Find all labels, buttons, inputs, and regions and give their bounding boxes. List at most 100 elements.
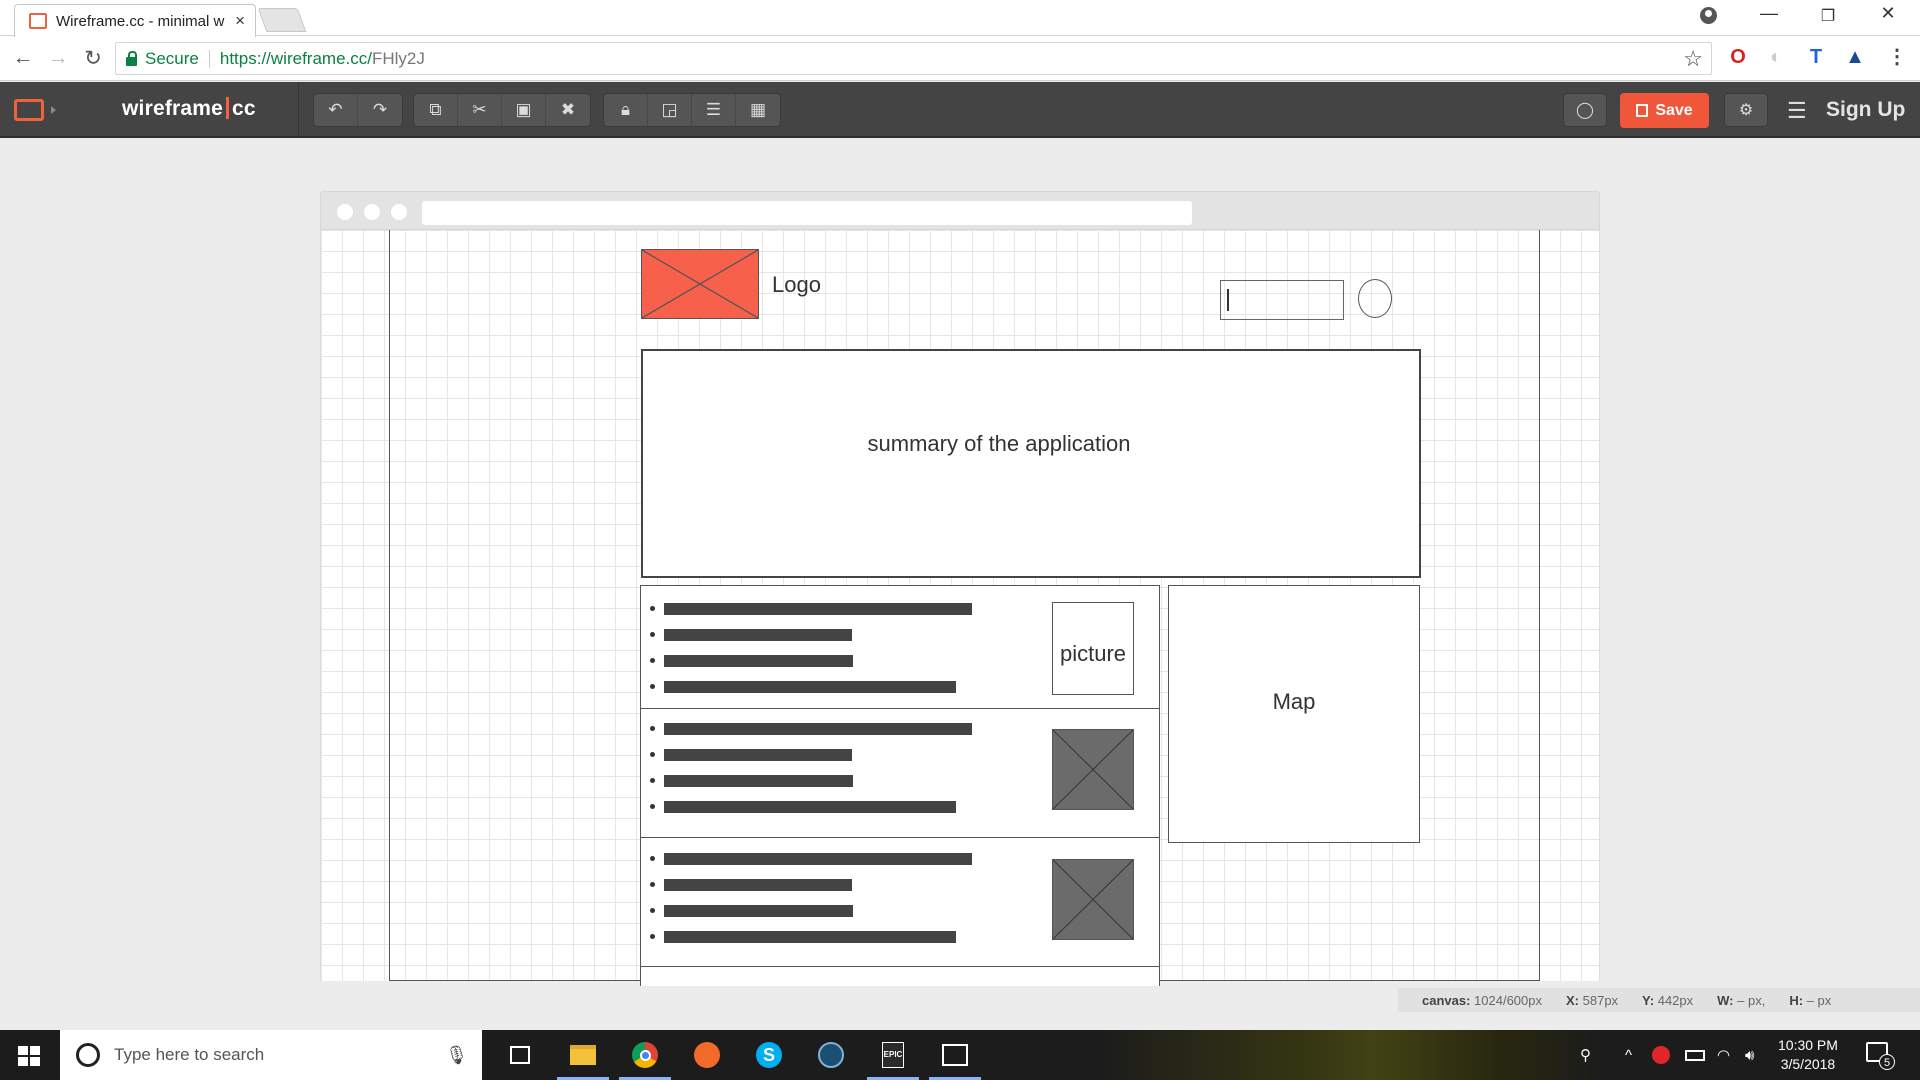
file-explorer-icon[interactable] bbox=[553, 1030, 613, 1080]
wifi-icon[interactable]: ◠ bbox=[1717, 1030, 1730, 1080]
text-line bbox=[650, 853, 972, 865]
extension-icon[interactable]: ◐ bbox=[1765, 46, 1787, 68]
image-placeholder[interactable] bbox=[1052, 729, 1134, 810]
taskbar-wallpaper bbox=[1100, 1030, 1600, 1080]
map-placeholder[interactable]: Map bbox=[1168, 585, 1420, 843]
minimize-button[interactable]: — bbox=[1749, 3, 1789, 24]
copy-icon[interactable]: ⧉ bbox=[414, 94, 458, 126]
paste-icon[interactable]: ▣ bbox=[502, 94, 546, 126]
canvas-size-readout: canvas: 1024/600px bbox=[1422, 993, 1542, 1008]
frame-dot bbox=[391, 204, 407, 220]
search-input-placeholder[interactable] bbox=[1220, 280, 1344, 320]
delete-icon[interactable]: ✖ bbox=[546, 94, 590, 126]
browser-tab[interactable]: Wireframe.cc - minimal w × bbox=[14, 4, 256, 37]
logo-image-placeholder[interactable] bbox=[641, 249, 759, 319]
image-placeholder[interactable] bbox=[1052, 859, 1134, 940]
show-hidden-icons[interactable]: ^ bbox=[1625, 1030, 1632, 1080]
lock-icon[interactable]: 🔒︎ bbox=[604, 94, 648, 126]
back-arrow-icon[interactable]: ← bbox=[10, 46, 36, 70]
picture-label: picture bbox=[1059, 641, 1127, 666]
wireframe-browser-frame: Logo summary of the application picture bbox=[320, 191, 1600, 986]
canvas-area[interactable]: Logo summary of the application picture bbox=[389, 230, 1540, 986]
w-key: W: bbox=[1717, 992, 1734, 1008]
canvas-grid[interactable]: Logo summary of the application picture bbox=[320, 230, 1600, 986]
reload-icon[interactable]: ↻ bbox=[80, 46, 106, 71]
text-line bbox=[650, 905, 853, 917]
undo-icon[interactable]: ↶ bbox=[314, 94, 358, 126]
search-button-placeholder[interactable] bbox=[1358, 279, 1392, 318]
y-value: 442px bbox=[1657, 992, 1694, 1008]
list-card[interactable] bbox=[640, 837, 1160, 967]
y-readout: Y: 442px bbox=[1642, 993, 1693, 1008]
chrome-menu-icon[interactable]: ⋮ bbox=[1886, 46, 1908, 68]
battery-icon[interactable] bbox=[1685, 1030, 1705, 1080]
gears-icon: ⚙ bbox=[1738, 102, 1754, 119]
skype-icon[interactable]: S bbox=[739, 1030, 799, 1080]
canvas-menu-icon bbox=[14, 99, 44, 121]
url-divider bbox=[208, 49, 210, 68]
bookmark-star-icon[interactable]: ☆ bbox=[1683, 46, 1703, 72]
comment-button[interactable]: ◯ bbox=[1563, 93, 1607, 127]
group-icon[interactable]: ▦ bbox=[736, 94, 780, 126]
image-cross-icon bbox=[641, 249, 759, 319]
list-card[interactable] bbox=[640, 966, 1160, 986]
frame-titlebar bbox=[320, 191, 1600, 230]
list-card[interactable]: picture bbox=[640, 585, 1160, 709]
arrange-icon[interactable]: ◲ bbox=[648, 94, 692, 126]
address-bar[interactable]: Secure https://wireframe.cc/FHly2J ☆ bbox=[115, 42, 1712, 75]
text-line bbox=[650, 931, 956, 943]
volume-icon[interactable]: 🔊︎ bbox=[1745, 1030, 1754, 1080]
heartbeat-tray-icon[interactable] bbox=[1652, 1030, 1670, 1080]
main-menu-button[interactable] bbox=[14, 92, 74, 128]
comment-icon: ◯ bbox=[1576, 102, 1594, 119]
text-line bbox=[650, 775, 853, 787]
sign-up-link[interactable]: Sign Up bbox=[1826, 98, 1905, 122]
h-key: H: bbox=[1789, 992, 1804, 1008]
redo-icon[interactable]: ↷ bbox=[358, 94, 402, 126]
picture-placeholder[interactable]: picture bbox=[1052, 602, 1134, 695]
translate-extension-icon[interactable]: T bbox=[1805, 46, 1827, 68]
align-icon[interactable]: ☰ bbox=[692, 94, 736, 126]
epic-games-icon[interactable]: EPIC bbox=[863, 1030, 923, 1080]
people-icon[interactable]: ⚲ bbox=[1580, 1030, 1591, 1080]
logo-label[interactable]: Logo bbox=[772, 272, 821, 298]
text-line bbox=[650, 879, 852, 891]
cortana-icon bbox=[76, 1043, 100, 1067]
account-icon[interactable] bbox=[1700, 7, 1717, 24]
pen-app-icon[interactable] bbox=[677, 1030, 737, 1080]
browser-toolbar: ← → ↻ Secure https://wireframe.cc/FHly2J… bbox=[0, 36, 1920, 81]
frame-dot bbox=[364, 204, 380, 220]
frame-address-bar bbox=[422, 201, 1192, 225]
brand-logo: wireframe cc bbox=[122, 97, 256, 121]
taskbar-search[interactable]: Type here to search 🎙︎ bbox=[60, 1030, 482, 1080]
frame-dot bbox=[337, 204, 353, 220]
chrome-taskbar-icon[interactable] bbox=[615, 1030, 675, 1080]
x-key: X: bbox=[1566, 992, 1579, 1008]
list-card[interactable] bbox=[640, 708, 1160, 838]
system-clock[interactable]: 10:30 PM 3/5/2018 bbox=[1778, 1036, 1838, 1074]
task-view-icon[interactable] bbox=[490, 1030, 550, 1080]
text-line bbox=[650, 801, 956, 813]
settings-button[interactable]: ⚙ bbox=[1724, 93, 1768, 127]
microphone-icon[interactable]: 🎙︎ bbox=[445, 1045, 468, 1066]
summary-box[interactable]: summary of the application bbox=[641, 349, 1421, 578]
text-line bbox=[650, 681, 956, 693]
x-value: 587px bbox=[1582, 992, 1619, 1008]
wireframe-favicon-icon bbox=[29, 13, 47, 29]
new-tab-button[interactable] bbox=[257, 8, 307, 32]
cut-icon[interactable]: ✂ bbox=[458, 94, 502, 126]
close-window-button[interactable]: ✕ bbox=[1868, 3, 1908, 24]
brand-right: cc bbox=[232, 97, 256, 120]
hamburger-menu-icon[interactable]: ☰ bbox=[1787, 98, 1807, 124]
opera-extension-icon[interactable]: O bbox=[1727, 46, 1749, 68]
windows-start-icon[interactable] bbox=[18, 1046, 40, 1066]
save-label: Save bbox=[1655, 101, 1693, 119]
forward-arrow-icon[interactable]: → bbox=[45, 46, 71, 70]
tab-close-icon[interactable]: × bbox=[235, 11, 245, 31]
save-button[interactable]: Save bbox=[1620, 93, 1709, 128]
y-key: Y: bbox=[1642, 992, 1655, 1008]
restore-button[interactable]: ❐ bbox=[1808, 6, 1848, 26]
photos-icon[interactable] bbox=[925, 1030, 985, 1080]
drive-extension-icon[interactable]: ▲ bbox=[1844, 46, 1866, 68]
steam-icon[interactable] bbox=[801, 1030, 861, 1080]
